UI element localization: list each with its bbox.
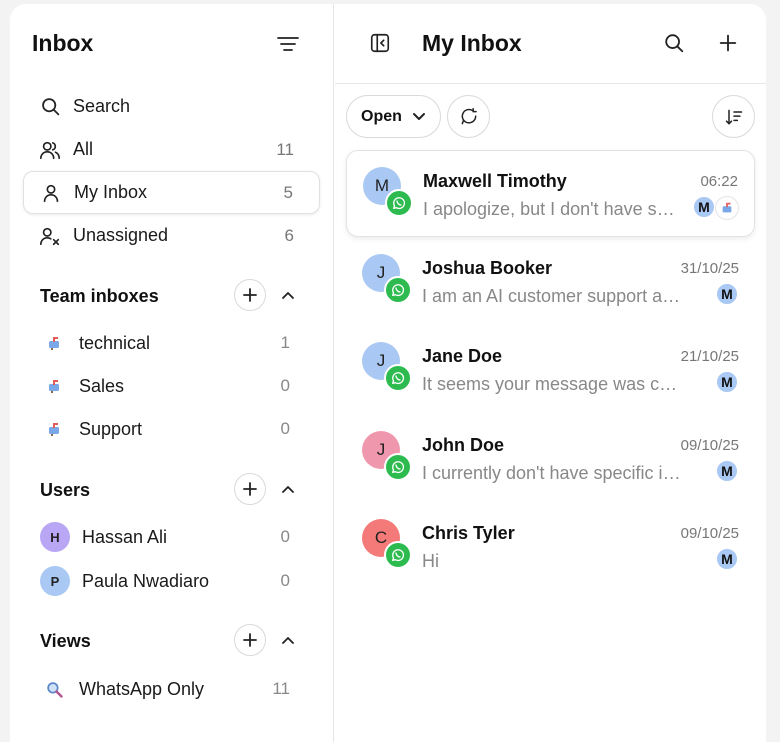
whatsapp-icon	[385, 189, 413, 217]
view-item-whatsapp-only[interactable]: WhatsApp Only 11	[40, 669, 320, 709]
header-divider	[335, 83, 766, 84]
assigned-agent-avatar: M	[715, 282, 739, 306]
team-inbox-technical[interactable]: technical 1	[40, 323, 320, 363]
user-icon	[40, 182, 62, 204]
user-label: Paula Nwadiaro	[82, 570, 210, 591]
add-user-button[interactable]	[234, 473, 266, 505]
add-view-button[interactable]	[234, 624, 266, 656]
whatsapp-icon	[384, 364, 412, 392]
conversation-item[interactable]: J John Doe 09/10/25 I currently don't ha…	[346, 415, 755, 502]
mailbox-icon	[44, 376, 64, 396]
assigned-agent-avatar: M	[715, 459, 739, 483]
contact-name: John Doe	[422, 435, 505, 455]
sort-button[interactable]	[712, 95, 755, 138]
sidebar-item-label: Unassigned	[73, 225, 169, 245]
new-conversation-plus-icon[interactable]	[717, 32, 741, 56]
collapse-team-inboxes-chevron-up-icon[interactable]	[278, 285, 298, 305]
plus-icon	[243, 633, 257, 647]
user-label: Hassan Ali	[82, 526, 168, 547]
sort-icon	[725, 109, 742, 125]
team-inboxes-heading: Team inboxes	[40, 286, 159, 306]
user-count: 0	[280, 527, 290, 546]
collapse-users-chevron-up-icon[interactable]	[278, 479, 298, 499]
search-icon[interactable]	[663, 32, 687, 56]
conversation-item[interactable]: J Jane Doe 21/10/25 It seems your messag…	[346, 326, 755, 413]
sidebar-collapse-icon[interactable]	[369, 32, 393, 56]
mailbox-icon	[44, 333, 64, 353]
assigned-agent-avatar: M	[715, 547, 739, 571]
inbox-app: Inbox Search All 11 My Inbox 5 Unassigne…	[10, 4, 766, 742]
team-inbox-support[interactable]: Support 0	[40, 409, 320, 449]
timestamp: 31/10/25	[680, 260, 739, 277]
user-item-paula-nwadiaro[interactable]: P Paula Nwadiaro 0	[40, 561, 320, 601]
assigned-agent-avatar: M	[692, 195, 716, 219]
timestamp: 06:22	[700, 173, 738, 190]
plus-icon	[243, 288, 257, 302]
page-title: My Inbox	[422, 30, 522, 56]
view-label: WhatsApp Only	[79, 678, 205, 699]
chevron-down-icon	[412, 112, 425, 120]
sidebar: Inbox Search All 11 My Inbox 5 Unassigne…	[10, 4, 334, 742]
team-inbox-sales[interactable]: Sales 0	[40, 366, 320, 406]
views-heading: Views	[40, 631, 91, 651]
sidebar-item-all[interactable]: All 11	[23, 128, 320, 171]
message-preview: I currently don't have specific informat…	[422, 463, 684, 483]
status-filter-label: Open	[361, 107, 402, 125]
contact-name: Joshua Booker	[422, 258, 553, 278]
collapse-views-chevron-up-icon[interactable]	[278, 630, 298, 650]
team-inbox-label: technical	[79, 332, 151, 353]
users-icon	[39, 139, 61, 161]
sidebar-item-search[interactable]: Search	[23, 85, 320, 128]
sidebar-title: Inbox	[32, 30, 94, 56]
team-inbox-count: 0	[280, 419, 290, 438]
sidebar-item-label: Search	[73, 96, 131, 116]
team-inbox-count: 1	[280, 333, 290, 352]
refresh-chat-button[interactable]	[447, 95, 490, 138]
view-count: 11	[272, 679, 290, 698]
timestamp: 09/10/25	[680, 525, 739, 542]
sidebar-item-count: 11	[276, 139, 294, 159]
magnifier-icon	[44, 679, 64, 699]
sidebar-item-label: My Inbox	[74, 182, 148, 202]
avatar: H	[40, 522, 70, 552]
contact-name: Maxwell Timothy	[423, 171, 567, 191]
conversation-list-panel: My Inbox Open M Maxwell Timothy 06:22 I …	[335, 4, 766, 742]
search-icon	[39, 96, 61, 118]
user-x-icon	[39, 225, 61, 247]
contact-name: Jane Doe	[422, 346, 503, 366]
users-heading: Users	[40, 480, 91, 500]
message-preview: I am an AI customer support assistant	[422, 286, 684, 306]
assigned-agent-avatar: M	[715, 370, 739, 394]
sidebar-item-count: 5	[283, 182, 293, 202]
mailbox-icon	[715, 196, 739, 220]
add-team-inbox-button[interactable]	[234, 279, 266, 311]
user-count: 0	[280, 571, 290, 590]
sidebar-item-count: 6	[284, 225, 294, 245]
message-preview: I apologize, but I don't have specific i…	[423, 199, 677, 219]
sidebar-item-my-inbox[interactable]: My Inbox 5	[23, 171, 320, 214]
conversation-item[interactable]: C Chris Tyler 09/10/25 Hi M	[346, 503, 755, 590]
whatsapp-icon	[384, 276, 412, 304]
plus-icon	[243, 482, 257, 496]
whatsapp-icon	[384, 453, 412, 481]
avatar: P	[40, 566, 70, 596]
filter-icon[interactable]	[276, 34, 300, 54]
timestamp: 09/10/25	[680, 437, 739, 454]
chat-refresh-icon	[461, 107, 477, 124]
user-item-hassan-ali[interactable]: H Hassan Ali 0	[40, 517, 320, 557]
status-filter-dropdown[interactable]: Open	[346, 95, 441, 138]
team-inbox-label: Sales	[79, 375, 125, 396]
timestamp: 21/10/25	[680, 348, 739, 365]
message-preview: It seems your message was cut off	[422, 374, 684, 394]
sidebar-item-label: All	[73, 139, 94, 159]
conversation-item[interactable]: J Joshua Booker 31/10/25 I am an AI cust…	[346, 238, 755, 325]
team-inbox-count: 0	[280, 376, 290, 395]
mailbox-icon	[44, 419, 64, 439]
message-preview: Hi	[422, 551, 439, 571]
whatsapp-icon	[384, 541, 412, 569]
team-inbox-label: Support	[79, 418, 143, 439]
conversation-item[interactable]: M Maxwell Timothy 06:22 I apologize, but…	[346, 150, 755, 237]
sidebar-item-unassigned[interactable]: Unassigned 6	[23, 214, 320, 257]
contact-name: Chris Tyler	[422, 523, 515, 543]
